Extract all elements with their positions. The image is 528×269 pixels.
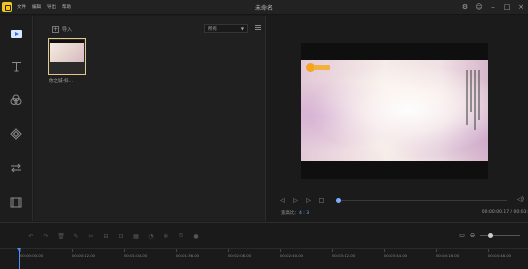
title-bar: 文件 编辑 导出 帮助 未命名 ⚙ ☺ – □ × bbox=[0, 0, 528, 15]
fit-icon[interactable]: ▭ bbox=[459, 232, 465, 239]
transition-arrows-icon bbox=[11, 163, 21, 173]
mosaic-icon[interactable]: ▦ bbox=[133, 233, 139, 240]
cut-icon[interactable]: ✂ bbox=[88, 233, 94, 240]
preview-screen bbox=[301, 43, 488, 179]
undo-icon[interactable]: ↶ bbox=[28, 233, 34, 240]
aspect-ratio-value: 4 : 3 bbox=[299, 211, 310, 216]
aspect-ratio[interactable]: 宽高比：4 : 3 bbox=[281, 210, 309, 216]
timeline-tick: 00:02:08.00 bbox=[228, 253, 252, 258]
minimize-icon[interactable]: – bbox=[489, 2, 497, 12]
progress-track[interactable] bbox=[337, 200, 507, 201]
close-icon[interactable]: × bbox=[517, 2, 525, 12]
stop-icon[interactable]: □ bbox=[318, 197, 325, 204]
aspect-ratio-label: 宽高比： bbox=[281, 211, 299, 216]
sidebar-item-elements[interactable] bbox=[6, 194, 26, 210]
delete-icon[interactable]: 🗑 bbox=[57, 233, 65, 240]
filter-value: 所有 bbox=[208, 27, 217, 32]
timeline-tick: 00:01:04.00 bbox=[124, 253, 148, 258]
next-frame-icon[interactable]: ▷ bbox=[305, 197, 312, 204]
import-label: 导入 bbox=[62, 27, 73, 33]
timeline-tick: 00:04:16.00 bbox=[436, 253, 460, 258]
time-current: 00:00:00.17 bbox=[481, 210, 510, 215]
plus-icon: + bbox=[52, 25, 59, 33]
user-icon[interactable]: ☺ bbox=[475, 2, 483, 12]
zoom-slider[interactable] bbox=[480, 233, 520, 238]
speed-icon[interactable]: ◔ bbox=[148, 233, 154, 240]
timeline-ruler[interactable]: 00:00:00.00 00:00:12.00 00:01:04.00 00:0… bbox=[0, 248, 528, 260]
media-thumbnail[interactable] bbox=[48, 38, 86, 75]
diamond-icon bbox=[10, 128, 22, 140]
settings-icon[interactable]: ⚙ bbox=[461, 2, 469, 12]
previous-frame-icon[interactable]: ◁ bbox=[279, 197, 286, 204]
window-title: 未命名 bbox=[254, 5, 273, 12]
timeline-playhead[interactable] bbox=[17, 248, 21, 269]
split-icon[interactable]: ⊟ bbox=[103, 233, 109, 240]
freeze-icon[interactable]: ❄ bbox=[163, 233, 169, 240]
window-controls: ⚙ ☺ – □ × bbox=[461, 2, 525, 12]
list-view-icon[interactable] bbox=[255, 25, 261, 31]
video-frame bbox=[301, 60, 488, 161]
timeline-tick: 00:01:36.00 bbox=[176, 253, 200, 258]
zoom-slider-knob[interactable] bbox=[488, 233, 493, 238]
zoom-out-icon[interactable]: ⊖ bbox=[470, 232, 475, 239]
tool-sidebar bbox=[0, 16, 33, 221]
duration-icon[interactable]: ⏲ bbox=[178, 232, 184, 239]
media-filter-select[interactable]: 所有 ▼ bbox=[204, 24, 248, 33]
media-library-panel: + 导入 所有 ▼ 你之城-抖... bbox=[34, 16, 266, 221]
timeline-tick: 00:03:44.00 bbox=[384, 253, 408, 258]
edit-icon[interactable]: ✎ bbox=[73, 233, 79, 240]
sidebar-item-overlays[interactable] bbox=[6, 126, 26, 142]
timeline-tick: 00:03:12.00 bbox=[332, 253, 356, 258]
chevron-down-icon: ▼ bbox=[240, 26, 244, 31]
volume-icon[interactable]: ◁) bbox=[517, 196, 524, 203]
timeline-tick: 00:02:40.00 bbox=[280, 253, 304, 258]
media-item-label: 你之城-抖... bbox=[49, 79, 73, 84]
crop-icon[interactable]: ⊡ bbox=[118, 233, 124, 240]
timecode: 00:00:00.17 / 00:03: bbox=[481, 210, 528, 215]
sidebar-item-transitions[interactable] bbox=[6, 160, 26, 176]
sidebar-item-filters[interactable] bbox=[6, 92, 26, 108]
video-thumbnail-image bbox=[50, 40, 84, 62]
text-icon bbox=[11, 61, 21, 71]
redo-icon[interactable]: ↷ bbox=[43, 233, 49, 240]
record-icon[interactable]: ● bbox=[193, 233, 199, 240]
timeline-tick: 00:00:00.00 bbox=[20, 253, 44, 258]
vertical-subtitles-image bbox=[466, 70, 480, 130]
timeline-tick: 00:00:12.00 bbox=[72, 253, 96, 258]
sidebar-item-media[interactable] bbox=[6, 26, 26, 42]
timeline-panel: ↶ ↷ 🗑 ✎ ✂ ⊟ ⊡ ▦ ◔ ❄ ⏲ ● ▭ ⊖ 00:00:00.00 … bbox=[0, 222, 528, 269]
preview-panel: ◁ ▷ ▷ □ ◁) 宽高比：4 : 3 00:00:00.17 / 00:03… bbox=[267, 16, 528, 221]
play-icon[interactable]: ▷ bbox=[292, 197, 299, 204]
channel-logo bbox=[306, 63, 330, 72]
filters-icon bbox=[10, 94, 22, 105]
sidebar-item-text[interactable] bbox=[6, 58, 26, 74]
film-icon bbox=[10, 197, 22, 207]
playback-controls: ◁ ▷ ▷ □ bbox=[279, 197, 325, 204]
zoom-control: ▭ ⊖ bbox=[459, 232, 520, 239]
time-total: 00:03: bbox=[513, 210, 528, 215]
import-button[interactable]: + 导入 bbox=[52, 26, 72, 33]
timeline-toolbar: ↶ ↷ 🗑 ✎ ✂ ⊟ ⊡ ▦ ◔ ❄ ⏲ ● bbox=[28, 232, 199, 240]
maximize-icon[interactable]: □ bbox=[503, 2, 511, 12]
progress-knob[interactable] bbox=[336, 198, 341, 203]
play-icon bbox=[10, 30, 22, 38]
timeline-tick: 00:04:48.00 bbox=[488, 253, 512, 258]
